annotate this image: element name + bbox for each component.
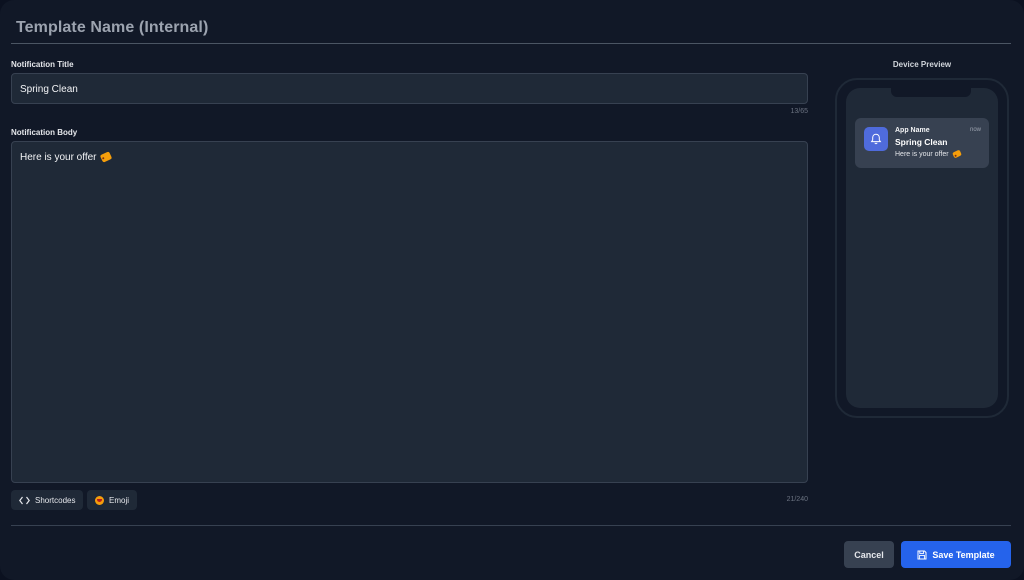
shortcodes-button[interactable]: Shortcodes [11, 490, 84, 510]
phone-notch [891, 87, 971, 97]
preview-body: Here is your offer [895, 151, 949, 158]
tag-emoji-icon [99, 151, 112, 163]
template-editor: Template Name (Internal) Notification Ti… [0, 0, 1024, 580]
device-preview: App Name now Spring Clean Here is your o… [835, 78, 1009, 418]
title-label: Notification Title [11, 60, 74, 69]
emoji-label: Emoji [109, 495, 130, 505]
body-text[interactable]: Here is your offer [20, 151, 112, 163]
preview-title: Spring Clean [895, 137, 948, 147]
cancel-button[interactable]: Cancel [844, 541, 894, 568]
device-preview-label: Device Preview [892, 60, 952, 69]
preview-tag-emoji-icon [951, 149, 962, 159]
preview-time: now [969, 127, 981, 133]
body-label: Notification Body [11, 128, 78, 137]
notification-preview: App Name now Spring Clean Here is your o… [855, 118, 989, 168]
title-counter: 13/65 [790, 108, 808, 115]
phone-screen: App Name now Spring Clean Here is your o… [846, 87, 998, 408]
body-value: Here is your offer [20, 152, 97, 163]
emoji-icon [95, 495, 104, 505]
save-template-button[interactable]: Save Template [901, 541, 1011, 568]
emoji-button[interactable]: Emoji [87, 490, 138, 510]
preview-app-name: App Name [895, 127, 930, 134]
save-icon [917, 550, 927, 559]
template-name-field[interactable]: Template Name (Internal) [11, 10, 1011, 44]
body-textarea[interactable]: Here is your offer [11, 141, 808, 483]
bell-icon [864, 127, 888, 151]
footer-divider [11, 525, 1011, 526]
save-label: Save Template [932, 549, 995, 560]
title-input[interactable]: Spring Clean [11, 73, 808, 104]
preview-body-text: Here is your offer [895, 149, 962, 159]
title-value[interactable]: Spring Clean [20, 84, 78, 95]
template-name-placeholder[interactable]: Template Name (Internal) [16, 19, 208, 37]
code-icon [19, 496, 30, 504]
shortcodes-label: Shortcodes [35, 495, 76, 505]
cancel-label: Cancel [854, 549, 884, 560]
body-counter: 21/240 [786, 496, 808, 503]
